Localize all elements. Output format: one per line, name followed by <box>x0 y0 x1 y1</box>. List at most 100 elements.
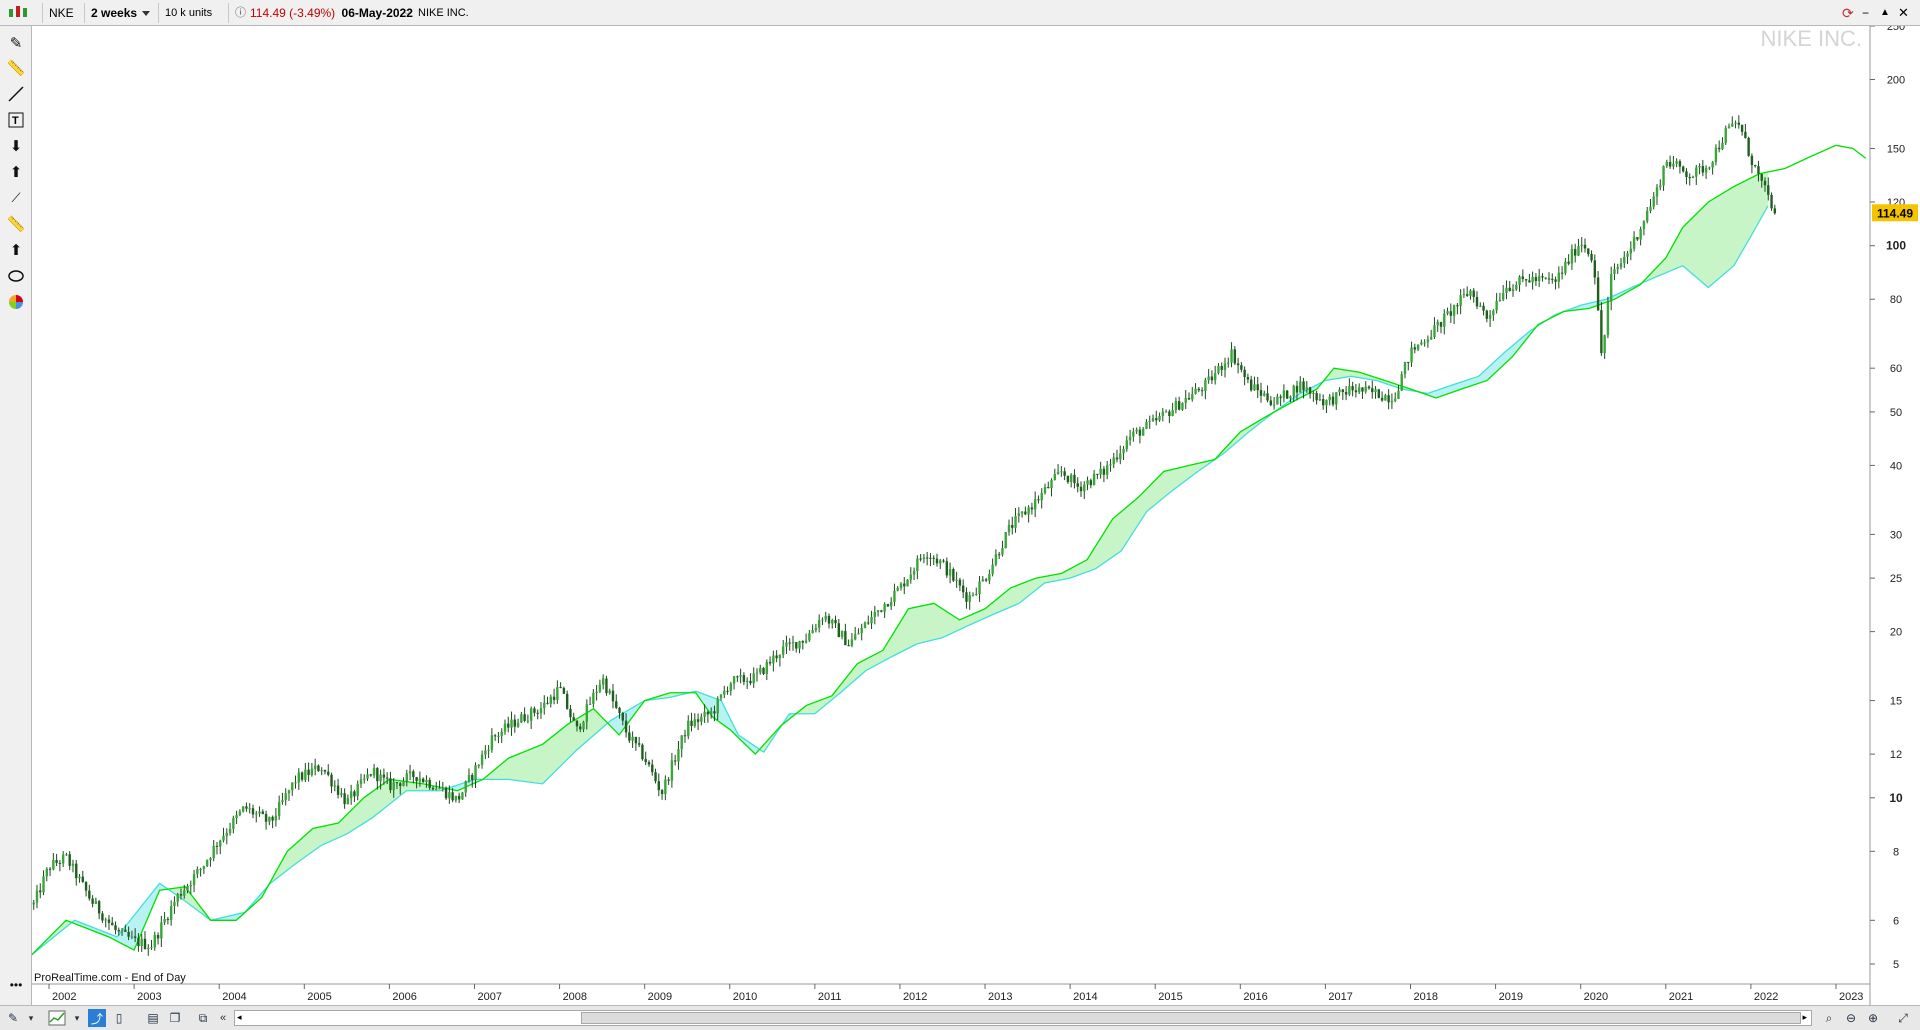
price-bar <box>1639 228 1642 240</box>
comment-icon[interactable]: ▤ <box>144 1009 162 1027</box>
x-tick-label: 2019 <box>1499 991 1523 1003</box>
cloud-segment <box>316 826 321 850</box>
price-bar <box>251 808 255 815</box>
price-bar <box>1645 210 1649 222</box>
zoom-out-icon[interactable]: ⊖ <box>1842 1009 1860 1027</box>
price-bar <box>1115 457 1119 460</box>
price-bar <box>1020 511 1024 514</box>
ruler-icon[interactable]: 📏 <box>5 57 27 79</box>
zoom-fit-icon[interactable]: ⌕ <box>1820 1009 1838 1027</box>
price-bar <box>1184 397 1187 403</box>
symbol-selector[interactable]: NKE <box>42 3 82 37</box>
price-bar <box>1531 277 1534 283</box>
price-bar <box>785 642 788 647</box>
arrow-up-icon[interactable]: ⬆ <box>5 161 27 183</box>
cloud-segment <box>908 607 913 649</box>
price-bar <box>366 774 369 779</box>
scrollbar-thumb[interactable] <box>581 1012 1801 1024</box>
price-bar <box>925 557 929 559</box>
price-bar <box>232 818 235 829</box>
price-bar <box>772 655 775 664</box>
scroll-left-icon[interactable]: ◂ <box>237 1012 242 1023</box>
indicator-chart-icon[interactable] <box>48 1009 66 1027</box>
price-bar <box>1652 196 1655 207</box>
price-bar <box>471 775 474 780</box>
pencil-icon[interactable]: ✎ <box>5 32 27 54</box>
price-bar <box>359 779 363 784</box>
price-bar <box>575 720 579 727</box>
price-bar <box>1557 272 1561 282</box>
pencil-color-icon[interactable]: ✎ <box>4 1009 22 1027</box>
window-icon[interactable]: ❐ <box>166 1009 184 1027</box>
time-scrollbar[interactable]: ◂ ▸ <box>234 1010 1812 1026</box>
price-bar <box>670 760 674 781</box>
price-bar <box>788 642 791 644</box>
chart-type-icon[interactable] <box>6 3 42 23</box>
price-bar <box>192 874 196 886</box>
price-bar <box>582 721 585 730</box>
price-bar <box>101 913 104 921</box>
info-icon[interactable]: ⓘ <box>228 3 250 23</box>
price-bar <box>853 634 857 640</box>
zoom-in-icon[interactable]: ⊕ <box>1864 1009 1882 1027</box>
cloud-segment <box>1157 473 1162 504</box>
ruler-icon[interactable]: 📏 <box>5 213 27 235</box>
price-bar <box>173 901 176 907</box>
period-selector[interactable]: 2 weeks <box>84 3 156 23</box>
x-tick-label: 2020 <box>1584 991 1608 1003</box>
ellipse-icon[interactable] <box>5 265 27 287</box>
price-bar <box>726 690 729 692</box>
price-bar <box>238 811 242 816</box>
price-bar <box>945 561 949 576</box>
chevron-down-icon[interactable]: ▾ <box>22 1009 40 1027</box>
chevron-down-icon[interactable]: ▾ <box>68 1009 86 1027</box>
cloud-segment <box>322 825 327 845</box>
compare-icon[interactable]: ⧉ <box>194 1009 212 1027</box>
price-bar <box>1187 397 1191 400</box>
price-bar <box>752 673 755 684</box>
price-bar <box>1148 420 1151 422</box>
price-bar <box>605 678 608 694</box>
cloud-segment <box>506 757 511 780</box>
units-selector[interactable]: 10 k units <box>158 3 224 36</box>
price-chart[interactable]: NIKE INC. 568101215202530405060801001201… <box>32 26 1920 1005</box>
minimize-icon[interactable]: − <box>1862 3 1878 23</box>
price-bar <box>225 833 228 836</box>
price-bar <box>255 813 258 815</box>
price-bar <box>186 885 189 891</box>
move-up-icon[interactable]: ▲ <box>1880 3 1896 23</box>
price-bar <box>903 583 906 587</box>
price-bar <box>1056 471 1060 474</box>
cloud-segment <box>1753 174 1758 233</box>
share-icon[interactable]: ⤴ <box>88 1009 106 1027</box>
text-icon[interactable]: T <box>5 109 27 131</box>
price-bar <box>1024 511 1027 515</box>
brush-icon[interactable]: ⟋ <box>5 187 27 209</box>
arrow-down-icon[interactable]: ⬇ <box>5 135 27 157</box>
cloud-segment <box>1154 476 1159 506</box>
y-tick-label: 30 <box>1890 529 1902 541</box>
price-bar <box>130 936 134 938</box>
price-bar <box>75 863 78 879</box>
fullscreen-icon[interactable]: ⤢ <box>1894 1009 1912 1027</box>
instrument-name: NIKE INC. <box>418 7 469 19</box>
split-view-icon[interactable]: ▯ <box>110 1009 128 1027</box>
price-bar <box>1092 473 1096 486</box>
price-bar <box>264 813 268 822</box>
price-bar <box>1253 384 1256 391</box>
close-icon[interactable]: ✕ <box>1898 3 1914 23</box>
arrow-up-icon[interactable]: ⬆ <box>5 239 27 261</box>
refresh-icon[interactable]: ⟳ <box>1842 3 1860 23</box>
price-bar <box>745 680 749 682</box>
price-bar <box>975 594 978 596</box>
price-bar <box>1462 294 1466 296</box>
color-wheel-icon[interactable] <box>5 291 27 313</box>
price-bar <box>1567 261 1570 264</box>
scroll-start-icon[interactable]: « <box>214 1009 232 1027</box>
more-tools-icon[interactable]: ••• <box>5 974 27 996</box>
line-icon[interactable] <box>5 83 27 105</box>
price-bar <box>723 690 726 695</box>
cloud-segment <box>296 838 301 864</box>
scroll-right-icon[interactable]: ▸ <box>1802 1012 1807 1023</box>
price-bar <box>804 640 808 643</box>
